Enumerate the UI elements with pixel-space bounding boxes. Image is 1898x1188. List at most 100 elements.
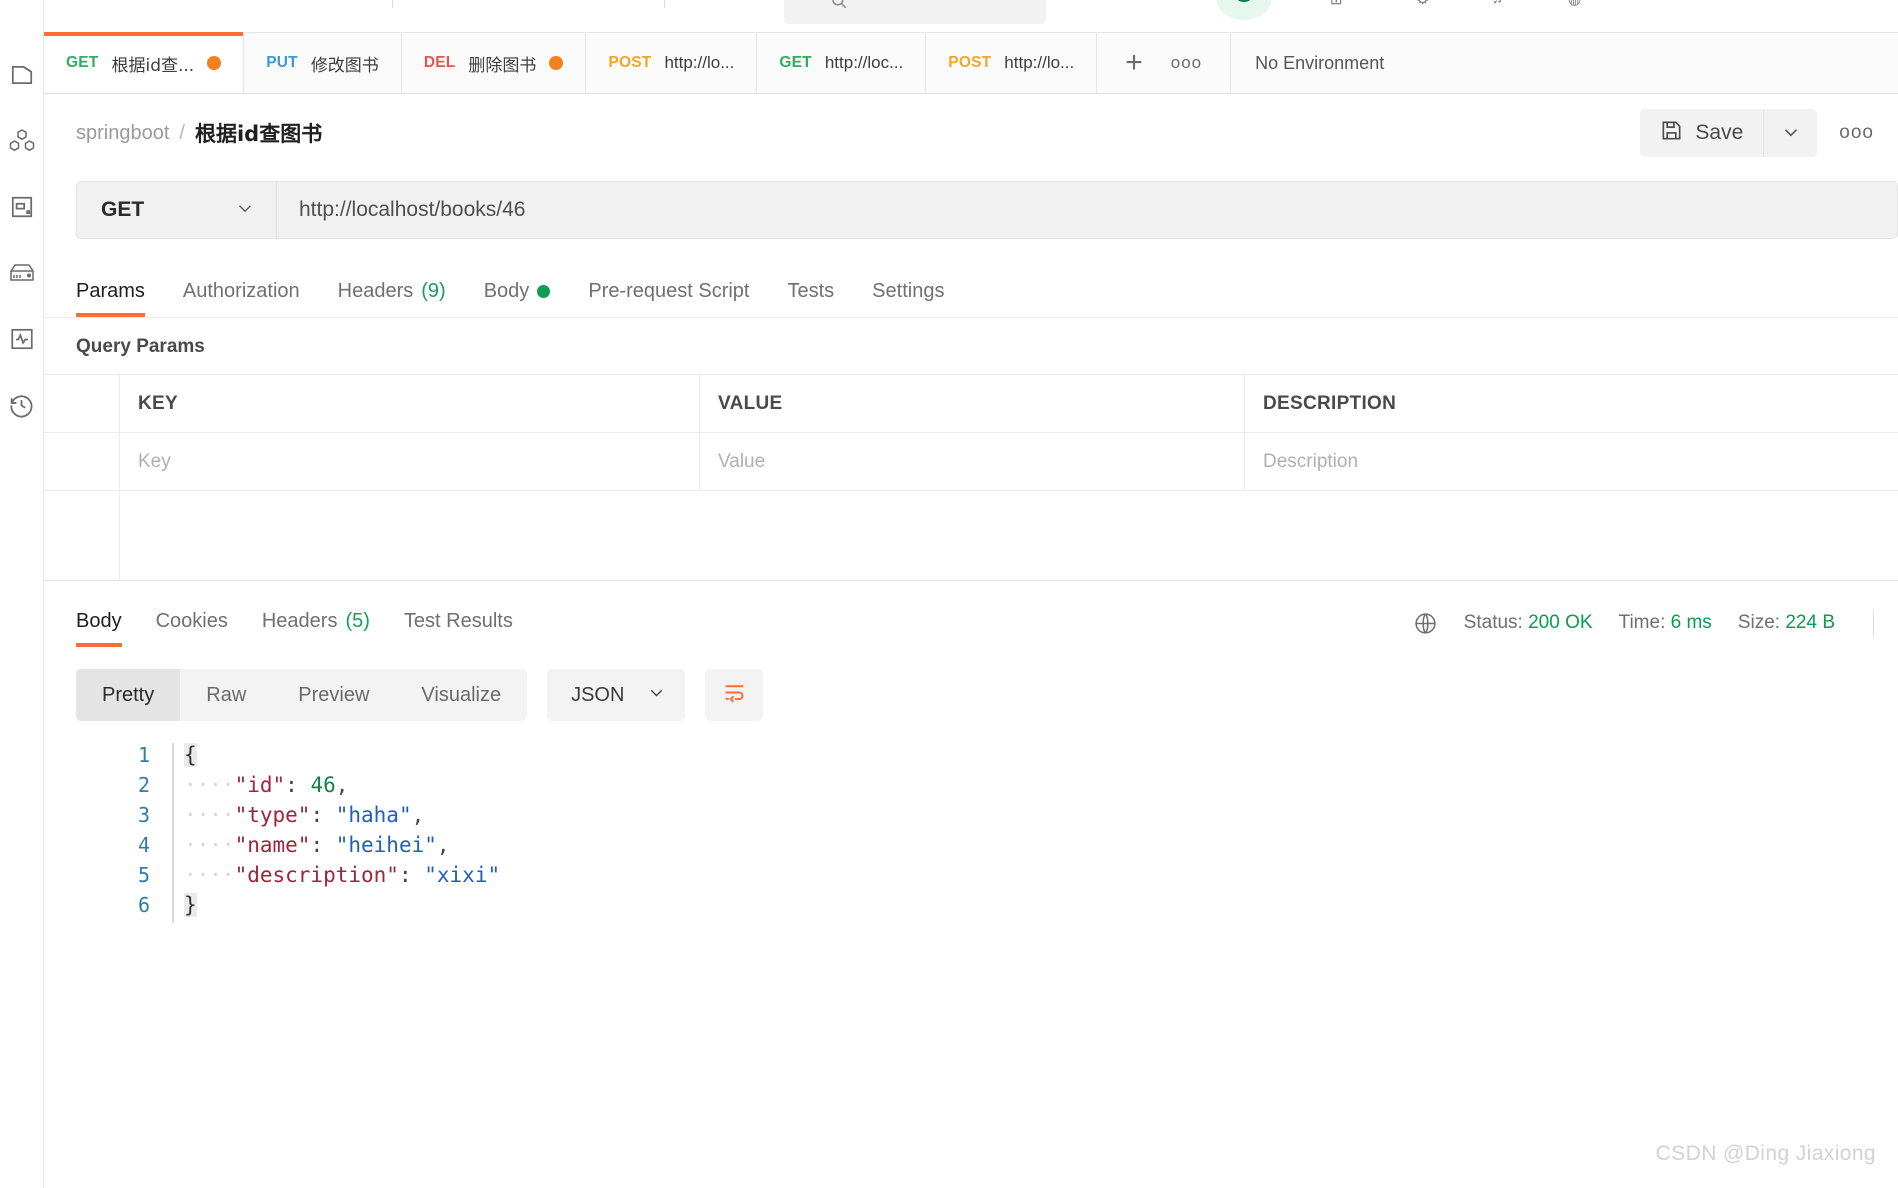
table-row[interactable]: Key Value Description: [44, 433, 1898, 491]
row-checkbox-cell[interactable]: [44, 433, 120, 491]
tab-tests-label: Tests: [787, 280, 835, 302]
time-badge: Time: 6 ms: [1619, 612, 1712, 634]
tab-headers-label: Headers: [337, 280, 414, 302]
tab-params-label: Params: [76, 280, 145, 302]
server-icon: [8, 261, 36, 285]
view-mode-preview[interactable]: Preview: [272, 669, 395, 721]
tab-authorization[interactable]: Authorization: [183, 280, 300, 317]
query-params-title: Query Params: [76, 336, 205, 357]
param-description-input[interactable]: Description: [1245, 433, 1898, 491]
status-label: Status:: [1463, 612, 1523, 633]
chevron-down-icon: [1780, 121, 1802, 146]
sidebar-item-history[interactable]: [0, 372, 44, 438]
code-line: 1{: [44, 743, 1898, 773]
globe-icon[interactable]: [1413, 611, 1438, 636]
response-format-selector[interactable]: JSON: [547, 669, 686, 721]
tab-pre-request-script[interactable]: Pre-request Script: [588, 280, 749, 317]
sidebar-item-collections[interactable]: [0, 42, 44, 108]
sidebar-item-monitors[interactable]: [0, 306, 44, 372]
environment-selector[interactable]: No Environment: [1231, 33, 1408, 93]
response-tab-headers-count: (5): [345, 610, 370, 632]
method-selector[interactable]: GET: [77, 182, 277, 238]
line-number: 5: [137, 863, 150, 887]
view-mode-visualize[interactable]: Visualize: [395, 669, 527, 721]
line-number: 1: [137, 743, 150, 767]
request-tab[interactable]: POST http://lo...: [586, 33, 758, 93]
account-icon[interactable]: ◍: [1568, 0, 1581, 8]
breadcrumb-row: springboot / 根据id查图书 Save ooo: [44, 94, 1898, 172]
param-key-input[interactable]: Key: [120, 433, 700, 491]
box-icon: [9, 194, 35, 220]
new-tab-button[interactable]: +: [1125, 48, 1143, 78]
save-options-button[interactable]: [1763, 109, 1818, 157]
code-line-text: {: [184, 743, 197, 767]
breadcrumb-separator: /: [179, 121, 185, 144]
response-body-code[interactable]: 1{2 ····"id": 46, 3 ····"type": "haha", 4 ···…: [44, 721, 1898, 923]
file-icon: [9, 62, 35, 88]
request-tab[interactable]: GET 根据id查...: [44, 32, 245, 93]
clock-icon: [8, 392, 35, 419]
tab-title: http://lo...: [1004, 53, 1075, 72]
tab-headers-count: (9): [421, 280, 446, 302]
meta-divider: [1873, 609, 1874, 637]
time-label: Time:: [1618, 612, 1666, 633]
tab-tests[interactable]: Tests: [787, 280, 834, 317]
save-button-label: Save: [1695, 121, 1744, 144]
tab-pre-request-script-label: Pre-request Script: [588, 280, 750, 302]
request-tab[interactable]: DEL 删除图书: [401, 33, 587, 93]
notifications-bell-icon[interactable]: ♫: [1492, 0, 1503, 7]
body-present-dot-icon: [537, 285, 551, 298]
view-mode-raw[interactable]: Raw: [180, 669, 272, 721]
floppy-disk-icon: [1660, 119, 1683, 148]
url-input[interactable]: http://localhost/books/46: [277, 182, 1897, 238]
tab-params[interactable]: Params: [76, 280, 145, 317]
size-badge: Size: 224 B: [1738, 612, 1835, 634]
param-value-input[interactable]: Value: [700, 433, 1245, 491]
sidebar-item-apis[interactable]: [0, 108, 44, 174]
code-line: 3 ····"type": "haha",: [44, 803, 1898, 833]
code-line-text: ····"type": "haha",: [184, 803, 425, 827]
response-tab-headers[interactable]: Headers (5): [262, 610, 370, 647]
request-tab-bar: GET 根据id查... PUT 修改图书 DEL 删除图书 POST http…: [44, 32, 1898, 94]
tab-title: http://lo...: [664, 53, 735, 72]
breadcrumb-collection[interactable]: springboot: [76, 122, 169, 145]
request-tab[interactable]: GET http://loc...: [757, 33, 927, 93]
tab-title: http://loc...: [824, 53, 904, 72]
left-icon-rail: [0, 0, 44, 1188]
code-line: 5 ····"description": "xixi": [44, 863, 1898, 893]
request-tab[interactable]: PUT 修改图书: [244, 33, 402, 93]
tab-title: 删除图书: [468, 55, 537, 76]
view-mode-pretty[interactable]: Pretty: [76, 669, 181, 721]
save-button[interactable]: Save: [1640, 109, 1764, 157]
response-tab-test-results[interactable]: Test Results: [404, 610, 513, 647]
tab-body[interactable]: Body: [484, 280, 551, 317]
line-number: 3: [137, 803, 150, 827]
page-title: 根据id查图书: [194, 122, 323, 146]
sidebar-item-mock-servers[interactable]: [0, 240, 44, 306]
wrap-lines-button[interactable]: [705, 669, 764, 721]
response-format-label: JSON: [571, 683, 625, 706]
request-tab[interactable]: POST http://lo...: [926, 33, 1098, 93]
response-tab-body[interactable]: Body: [76, 610, 122, 647]
global-search-input[interactable]: [784, 0, 1046, 24]
response-meta: Status: 200 OK Time: 6 ms Size: 224 B: [1413, 609, 1874, 647]
tab-body-label: Body: [483, 280, 530, 302]
tab-bar-actions: + ooo: [1097, 33, 1232, 93]
tab-headers[interactable]: Headers (9): [338, 280, 446, 317]
response-tab-cookies[interactable]: Cookies: [156, 610, 228, 647]
grid-icon[interactable]: ⊞: [1330, 0, 1343, 8]
url-row: GET http://localhost/books/46: [44, 172, 1898, 248]
view-mode-segmented-control: Pretty Raw Preview Visualize: [76, 669, 528, 721]
query-params-table: KEY VALUE DESCRIPTION Key Value Descript…: [44, 374, 1898, 581]
settings-gear-icon[interactable]: ⚙: [1416, 0, 1429, 8]
tab-settings[interactable]: Settings: [872, 280, 944, 317]
sidebar-item-environments[interactable]: [0, 174, 44, 240]
tab-options-icon[interactable]: ooo: [1171, 53, 1202, 73]
response-tabs-row: Body Cookies Headers (5) Test Results St…: [44, 581, 1898, 647]
tab-method-label: PUT: [266, 54, 298, 71]
response-body-toolbar: Pretty Raw Preview Visualize JSON: [44, 647, 1898, 721]
code-line: 6}: [44, 893, 1898, 923]
request-more-options-icon[interactable]: ooo: [1839, 122, 1874, 144]
time-value: 6 ms: [1670, 612, 1712, 633]
unsaved-dot-icon: [549, 56, 564, 70]
